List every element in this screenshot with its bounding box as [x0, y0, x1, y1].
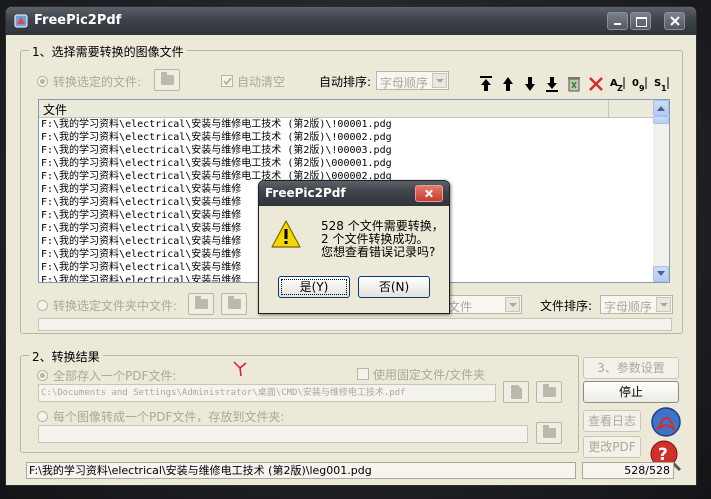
minimize-button[interactable] [607, 12, 628, 30]
file-sort-value: 字母顺序 [604, 300, 653, 314]
dialog-line-3: 您想查看错误记录吗? [321, 245, 436, 259]
column-header-file[interactable]: 文件 [43, 101, 67, 118]
dialog-message: 528 个文件需要转换， 2 个文件转换成功。 您想查看错误记录吗? [321, 220, 444, 259]
view-log-button[interactable]: 查看日志 [583, 410, 641, 432]
file-type-select[interactable]: 文件 [444, 295, 522, 314]
section1-title: 1、选择需要转换的图像文件 [29, 43, 187, 60]
radio-each-pdf-label: 每个图像转成一个PDF文件，存放到文件夹: [53, 410, 285, 424]
scroll-thumb[interactable] [653, 116, 669, 124]
status-current-file: F:\我的学习资料\electrical\安装与维修电工技术 (第2版)\leg… [26, 462, 576, 479]
browse-pdf-button[interactable] [536, 381, 562, 403]
move-top-icon[interactable] [477, 75, 495, 93]
dialog-title-bar[interactable]: FreePic2Pdf [259, 181, 449, 206]
add-files-button[interactable] [154, 69, 180, 91]
folder-icon [543, 425, 556, 438]
radio-single-pdf[interactable] [37, 370, 48, 381]
list-scrollbar[interactable] [653, 100, 669, 282]
radio-convert-folder[interactable] [37, 300, 48, 311]
pdf-file-button[interactable] [503, 381, 529, 403]
dropdown-arrow-icon [505, 297, 520, 312]
delete-icon[interactable] [587, 75, 605, 93]
radio-convert-folder-label: 转换选定文件夹中文件: [53, 299, 178, 313]
status-progress: 528/528 [582, 462, 674, 479]
radio-each-pdf[interactable] [37, 411, 48, 422]
acrobat-icon[interactable] [649, 406, 683, 438]
folder-path-field[interactable] [38, 318, 672, 331]
close-button[interactable] [664, 12, 685, 30]
sort-09-icon[interactable]: 09 [631, 75, 649, 93]
section2-title: 2、转换结果 [29, 348, 103, 365]
file-list-row[interactable]: F:\我的学习资料\electrical\安装与维修电工技术 (第2版)\!00… [41, 118, 601, 131]
svg-text:Z: Z [617, 84, 623, 93]
dropdown-arrow-icon [656, 297, 671, 312]
scroll-down-button[interactable] [653, 266, 669, 282]
maximize-icon [636, 17, 647, 27]
scroll-up-button[interactable] [653, 100, 669, 116]
open-folder-icon [228, 296, 241, 309]
auto-sort-label: 自动排序: [319, 75, 372, 89]
browse-output-folder-button[interactable] [536, 422, 562, 444]
sort-az-icon[interactable]: AZ [609, 75, 627, 93]
dropdown-arrow-icon [432, 73, 447, 88]
fixed-file-checkbox[interactable] [357, 368, 369, 380]
auto-clear-label: 自动清空 [237, 75, 286, 89]
svg-text:0: 0 [632, 78, 639, 89]
browse-folder-button[interactable] [188, 293, 214, 315]
minimize-icon [614, 23, 621, 25]
auto-sort-select[interactable]: 字母顺序 [376, 71, 449, 90]
auto-sort-value: 字母顺序 [380, 76, 429, 90]
file-type-value: 文件 [448, 300, 473, 314]
move-bottom-icon[interactable] [543, 75, 561, 93]
open-folder-button[interactable] [221, 293, 247, 315]
edit-pdf-button[interactable]: 更改PDF [583, 436, 641, 458]
list-header[interactable]: 文件 [39, 100, 653, 118]
sort-custom-icon[interactable]: S1 [653, 75, 671, 93]
recycle-bin-icon[interactable] [565, 75, 583, 93]
auto-clear-checkbox[interactable] [221, 75, 233, 87]
warning-icon [271, 220, 301, 248]
app-icon [14, 14, 28, 28]
stop-button[interactable]: 停止 [583, 381, 679, 403]
output-folder-path[interactable] [38, 425, 528, 443]
file-list-row[interactable]: F:\我的学习资料\electrical\安装与维修电工技术 (第2版)\!00… [41, 144, 601, 157]
mouse-cursor-icon [233, 361, 247, 377]
move-down-icon[interactable] [521, 75, 539, 93]
yes-button[interactable]: 是(Y) [278, 276, 350, 298]
title-bar[interactable]: FreePic2Pdf [6, 7, 696, 35]
file-list-row[interactable]: F:\我的学习资料\electrical\安装与维修电工技术 (第2版)\!00… [41, 131, 601, 144]
arrow-down-icon [657, 271, 665, 276]
radio-convert-files-label: 转换选定的文件: [53, 75, 142, 89]
file-sort-select[interactable]: 字母顺序 [600, 295, 673, 314]
move-up-icon[interactable] [499, 75, 517, 93]
fixed-file-label: 使用固定文件/文件夹 [373, 368, 486, 382]
folder-icon [195, 296, 208, 309]
message-dialog: FreePic2Pdf 528 个文件需要转换， 2 个文件转换成功。 您想查看… [258, 180, 450, 314]
folder-icon [161, 72, 174, 85]
file-list-row[interactable]: F:\我的学习资料\electrical\安装与维修电工技术 (第2版)\000… [41, 157, 601, 170]
svg-text:1: 1 [661, 84, 667, 93]
radio-single-pdf-label: 全部存入一个PDF文件: [53, 369, 177, 383]
arrow-up-icon [657, 106, 665, 111]
dialog-title: FreePic2Pdf [265, 186, 346, 200]
document-icon [511, 385, 522, 399]
close-icon [670, 16, 680, 26]
output-pdf-path[interactable]: C:\Documents and Settings\Administrator\… [38, 384, 496, 402]
params-button[interactable]: 3、参数设置 [583, 357, 679, 379]
folder-icon [543, 384, 556, 397]
column-separator [608, 100, 609, 117]
maximize-button[interactable] [630, 12, 651, 30]
window-title: FreePic2Pdf [34, 13, 122, 28]
file-sort-label: 文件排序: [540, 299, 593, 313]
svg-text:9: 9 [639, 84, 645, 93]
dialog-close-button[interactable] [415, 185, 443, 202]
radio-convert-files[interactable] [37, 76, 48, 87]
check-icon [223, 77, 232, 86]
no-button[interactable]: 否(N) [358, 276, 430, 298]
